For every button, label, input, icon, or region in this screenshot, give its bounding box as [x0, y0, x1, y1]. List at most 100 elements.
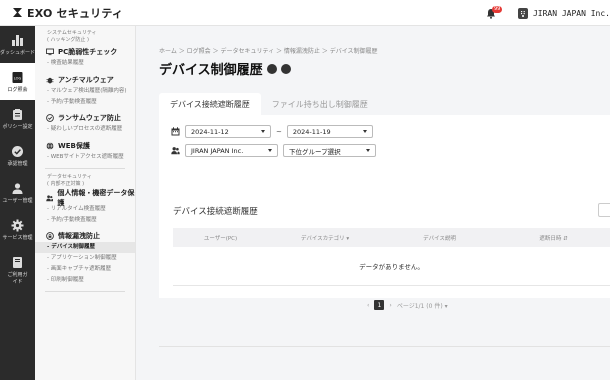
current-page[interactable]: 1: [374, 300, 385, 310]
menu-antimalware[interactable]: アンチマルウェア: [35, 73, 135, 86]
section-label-system-sub: ( ハッキング防止 ): [47, 37, 89, 43]
prev-page-button[interactable]: ‹: [367, 302, 369, 309]
menu-pc-check[interactable]: PC脆弱性チェック: [35, 45, 135, 58]
date-range-separator: ~: [276, 127, 282, 136]
col-device-category[interactable]: デバイスカテゴリ ▾: [268, 234, 382, 242]
users-icon: [46, 194, 54, 201]
company-name[interactable]: JIRAN JAPAN Inc.: [533, 9, 610, 18]
menu-sub-screen-capture[interactable]: - 画面キャプチャ遮断履歴: [35, 264, 135, 275]
menu-label: WEB保護: [58, 141, 90, 150]
menu-divider: [45, 168, 125, 169]
date-from-select[interactable]: 2024-11-12: [185, 125, 271, 138]
rail-label: ポリシー設定: [2, 123, 33, 130]
chevron-down-icon: [261, 130, 265, 133]
breadcrumb: ホーム ＞ ログ照会 ＞ データセキュリティ ＞ 情報漏洩防止 ＞ デバイス制御…: [159, 48, 378, 55]
monitor-icon: [46, 48, 54, 55]
rail-item-approval[interactable]: 承認管理: [0, 137, 35, 174]
chevron-down-icon: [362, 130, 367, 133]
menu-label: PC脆弱性チェック: [58, 47, 118, 56]
rail-item-service[interactable]: サービス管理: [0, 211, 35, 248]
menu-sub-scheduled[interactable]: - 予約/手動検査履歴: [35, 215, 135, 226]
menu-label: ランサムウェア防止: [58, 113, 121, 122]
export-button[interactable]: [598, 203, 610, 217]
subgroup-select[interactable]: 下位グループ選択: [283, 144, 376, 157]
menu-web-protect[interactable]: WEB保護: [35, 139, 135, 152]
brand-name: EXO セキュリティ: [27, 6, 124, 20]
tab-file-export[interactable]: ファイル持ち出し制御履歴: [261, 93, 379, 115]
date-to-value: 2024-11-19: [292, 127, 331, 136]
main-content: ホーム ＞ ログ照会 ＞ データセキュリティ ＞ 情報漏洩防止 ＞ デバイス制御…: [136, 26, 610, 380]
rail-item-policy[interactable]: ポリシー設定: [0, 100, 35, 137]
bug-icon: [46, 77, 54, 83]
log-icon: LOG: [12, 71, 23, 83]
clipboard-icon: [13, 108, 22, 120]
company-select-value: JIRAN JAPAN Inc.: [191, 146, 244, 155]
rail-label: サービス管理: [2, 234, 33, 241]
brand-logo[interactable]: EXO セキュリティ: [12, 5, 123, 21]
col-blocked-at[interactable]: 遮断日時 ⇵: [497, 234, 610, 242]
col-device-description[interactable]: デバイス説明: [382, 234, 497, 242]
rail-item-dashboard[interactable]: ダッシュボード: [0, 26, 35, 63]
check-circle-icon: [12, 145, 23, 157]
empty-row: データがありません。: [173, 247, 610, 286]
rail-item-users[interactable]: ユーザー管理: [0, 174, 35, 211]
menu-label: アンチマルウェア: [58, 75, 114, 84]
menu-sub-device-control[interactable]: - デバイス制御履歴: [35, 242, 135, 253]
table-header: ユーザー(PC) デバイスカテゴリ ▾ デバイス説明 遮断日時 ⇵: [173, 228, 610, 247]
gear-icon: [11, 219, 24, 231]
section-label-system: システムセキュリティ: [47, 30, 97, 36]
users-icon: [12, 182, 23, 194]
date-from-value: 2024-11-12: [191, 127, 229, 136]
rail-label: ご利用ガイド: [7, 271, 28, 285]
content-panel: 2024-11-12 ~ 2024-11-19 JIRAN JAPAN Inc.…: [159, 115, 610, 310]
notification-bell-icon[interactable]: 99: [486, 6, 503, 19]
menu-sub-web-block[interactable]: - WEBサイトアクセス遮断履歴: [35, 152, 135, 163]
svg-text:LOG: LOG: [14, 76, 22, 80]
menu-label: 情報漏洩防止: [58, 231, 100, 240]
menu-sub-pc-result[interactable]: - 検査結果履歴: [35, 58, 135, 69]
menu-sub-print-control[interactable]: - 印刷制御履歴: [35, 275, 135, 286]
chevron-down-icon: [268, 149, 272, 152]
footer-divider: [159, 346, 610, 347]
top-bar: EXO セキュリティ 99 JIRAN JAPAN Inc.: [0, 0, 610, 26]
rail-label: ダッシュボード: [0, 49, 36, 56]
rail-item-guide[interactable]: ご利用ガイド: [0, 248, 35, 292]
pagination: ‹ 1 › ページ1/1 (0 件) ▾: [367, 300, 448, 310]
chevron-down-icon: [366, 149, 370, 152]
company-icon: [517, 7, 528, 19]
menu-ransomware[interactable]: ランサムウェア防止: [35, 111, 135, 124]
page-title: デバイス制御履歴: [159, 63, 263, 78]
rail-label: 承認管理: [7, 160, 28, 167]
section-label-data: データセキュリティ: [47, 174, 92, 180]
exo-logo-icon: [13, 8, 22, 17]
tab-device-block[interactable]: デバイス接続遮断履歴: [159, 93, 261, 115]
tab-bar: デバイス接続遮断履歴 ファイル持ち出し制御履歴: [159, 93, 379, 115]
help-icon[interactable]: [266, 63, 277, 74]
menu-sub-ransom-block[interactable]: - 疑わしいプロセスの遮断履歴: [35, 124, 135, 135]
col-user[interactable]: ユーザー(PC): [173, 234, 268, 242]
users-icon: [171, 147, 180, 155]
rail-label: ユーザー管理: [2, 197, 33, 204]
globe-icon: [46, 141, 54, 150]
notification-badge: 99: [491, 6, 503, 13]
next-page-button[interactable]: ›: [389, 302, 391, 309]
group-filter-row: JIRAN JAPAN Inc. 下位グループ選択: [171, 144, 376, 157]
empty-message: データがありません。: [359, 263, 424, 271]
menu-sub-app-control[interactable]: - アプリケーション制御履歴: [35, 253, 135, 264]
date-to-select[interactable]: 2024-11-19: [286, 125, 373, 138]
company-select[interactable]: JIRAN JAPAN Inc.: [185, 144, 278, 157]
menu-leak-prevention[interactable]: 情報漏洩防止: [35, 229, 135, 242]
shield-icon: [46, 113, 54, 122]
bar-chart-icon: [12, 34, 23, 46]
section-title: デバイス接続遮断履歴: [173, 207, 258, 217]
page-title-row: デバイス制御履歴: [159, 59, 291, 78]
lock-shield-icon: [46, 231, 54, 240]
page-info-select[interactable]: ページ1/1 (0 件) ▾: [397, 301, 448, 310]
menu-sub-malware-detect[interactable]: - マルウェア検出履歴(隔離内容): [35, 86, 135, 97]
icon-rail: ダッシュボード LOG ログ照会 ポリシー設定 承認管理 ユーザー管理 サービス…: [0, 26, 35, 380]
bookmark-icon[interactable]: [280, 63, 291, 74]
menu-personal-info[interactable]: 個人情報・機密データ保護: [35, 189, 135, 207]
rail-label: ログ照会: [7, 86, 28, 93]
menu-sub-malware-scan[interactable]: - 予約/手動検査履歴: [35, 97, 135, 108]
rail-item-log[interactable]: LOG ログ照会: [0, 63, 35, 100]
